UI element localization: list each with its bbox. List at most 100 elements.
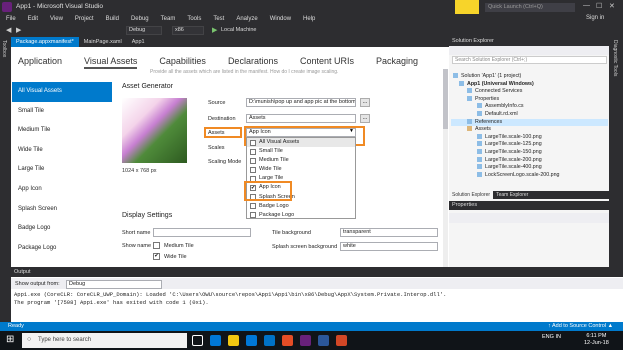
tab-team-explorer[interactable]: Team Explorer: [493, 191, 531, 199]
splash-background-field[interactable]: white: [340, 242, 438, 251]
nav-medium-tile[interactable]: Medium Tile: [12, 121, 112, 141]
tree-item-largetile-200[interactable]: LargeTile.scale-200.png: [451, 156, 608, 165]
tab-application[interactable]: Application: [18, 56, 62, 69]
toolbox-tab[interactable]: Toolbox: [1, 40, 7, 57]
chrome-icon[interactable]: [282, 335, 293, 346]
tree-item-properties[interactable]: Properties: [451, 95, 608, 104]
tab-declarations[interactable]: Declarations: [228, 56, 278, 69]
tree-item-connected-services[interactable]: Connected Services: [451, 88, 608, 96]
nav-all-visual-assets[interactable]: All Visual Assets: [12, 82, 112, 102]
quick-launch-input[interactable]: Quick Launch (Ctrl+Q): [485, 3, 575, 12]
solution-search-input[interactable]: Search Solution Explorer (Ctrl+;): [452, 56, 607, 64]
tree-item-solution[interactable]: Solution 'App1' (1 project): [451, 73, 608, 81]
nav-package-logo[interactable]: Package Logo: [12, 239, 112, 259]
feedback-flag-icon[interactable]: [455, 0, 479, 14]
assets-select[interactable]: App Icon: [246, 128, 356, 137]
editor-scroll-thumb[interactable]: [443, 69, 448, 129]
dd-medium-tile[interactable]: Medium Tile: [247, 156, 355, 165]
nav-app-icon[interactable]: App Icon: [12, 180, 112, 200]
platform-select[interactable]: x86: [172, 26, 204, 35]
checkbox[interactable]: [250, 148, 256, 155]
tree-item-assets[interactable]: Assets: [451, 126, 608, 134]
menu-tools[interactable]: Tools: [187, 14, 201, 24]
menu-build[interactable]: Build: [106, 14, 119, 24]
tree-item-default-rd[interactable]: Default.rd.xml: [451, 110, 608, 119]
run-play-icon[interactable]: ▶: [212, 26, 217, 34]
menu-edit[interactable]: Edit: [28, 14, 38, 24]
dd-badge-logo[interactable]: Badge Logo: [247, 202, 355, 211]
back-arrow-icon[interactable]: ◀: [6, 26, 11, 34]
tree-item-project[interactable]: App1 (Universal Windows): [451, 80, 608, 89]
maximize-button[interactable]: ☐: [596, 2, 602, 10]
menu-team[interactable]: Team: [161, 14, 176, 24]
sign-in-link[interactable]: Sign in: [586, 15, 604, 21]
tab-solution-explorer[interactable]: Solution Explorer: [449, 191, 494, 199]
tray-language[interactable]: ENG IN: [542, 334, 561, 340]
powerpoint-icon[interactable]: [336, 335, 347, 346]
run-target-button[interactable]: Local Machine: [221, 27, 256, 33]
task-view-icon[interactable]: [192, 335, 203, 346]
file-explorer-icon[interactable]: [228, 335, 239, 346]
menu-analyze[interactable]: Analyze: [236, 14, 257, 24]
visual-studio-icon[interactable]: [300, 335, 311, 346]
diagnostic-tools-tab[interactable]: Diagnostic Tools: [612, 40, 618, 76]
dd-small-tile[interactable]: Small Tile: [247, 147, 355, 156]
tab-visual-assets[interactable]: Visual Assets: [84, 56, 138, 69]
checkbox[interactable]: [250, 139, 256, 146]
nav-splash-screen[interactable]: Splash Screen: [12, 200, 112, 220]
close-button[interactable]: ✕: [609, 2, 615, 10]
tree-item-references[interactable]: References: [451, 118, 608, 127]
tree-item-largetile-100[interactable]: LargeTile.scale-100.png: [451, 133, 608, 142]
tree-item-assemblyinfo[interactable]: AssemblyInfo.cs: [451, 103, 608, 111]
tree-item-largetile-125[interactable]: LargeTile.scale-125.png: [451, 141, 608, 149]
medium-tile-checkbox[interactable]: [153, 242, 160, 249]
tab-content-uris[interactable]: Content URIs: [300, 56, 354, 69]
taskbar-search-input[interactable]: Type here to search: [22, 333, 187, 348]
checkbox[interactable]: [250, 203, 256, 210]
chevron-down-icon[interactable]: ▼: [349, 128, 354, 134]
menu-help[interactable]: Help: [303, 14, 315, 24]
source-browse-button[interactable]: ...: [360, 98, 370, 107]
destination-browse-button[interactable]: ...: [360, 114, 370, 123]
menu-window[interactable]: Window: [270, 14, 291, 24]
tab-packaging[interactable]: Packaging: [376, 56, 418, 69]
checkbox[interactable]: [250, 157, 256, 164]
short-name-field[interactable]: [153, 228, 251, 237]
store-icon[interactable]: [246, 335, 257, 346]
menu-debug[interactable]: Debug: [131, 14, 149, 24]
tree-item-largetile-150[interactable]: LargeTile.scale-150.png: [451, 148, 608, 157]
tab-package-manifest[interactable]: Package.appxmanifest*: [11, 37, 79, 47]
forward-arrow-icon[interactable]: ▶: [16, 26, 21, 34]
tree-item-largetile-400[interactable]: LargeTile.scale-400.png: [451, 164, 608, 172]
menu-view[interactable]: View: [50, 14, 63, 24]
tab-app1[interactable]: App1: [127, 37, 150, 47]
add-to-source-control[interactable]: ↑ Add to Source Control ▲: [548, 323, 613, 329]
word-icon[interactable]: [318, 335, 329, 346]
wide-tile-checkbox[interactable]: ✔: [153, 253, 160, 260]
dd-all-visual-assets[interactable]: All Visual Assets: [247, 138, 355, 148]
menu-file[interactable]: File: [6, 14, 16, 24]
destination-field[interactable]: Assets: [246, 114, 356, 123]
nav-wide-tile[interactable]: Wide Tile: [12, 141, 112, 161]
checkbox[interactable]: [250, 212, 256, 219]
dd-package-logo[interactable]: Package Logo: [247, 211, 355, 220]
tab-capabilities[interactable]: Capabilities: [159, 56, 206, 69]
tile-background-field[interactable]: transparent: [340, 228, 438, 237]
nav-small-tile[interactable]: Small Tile: [12, 102, 112, 122]
menu-test[interactable]: Test: [213, 14, 224, 24]
taskbar-clock[interactable]: 6:11 PM 12-Jun-18: [584, 333, 609, 347]
config-select[interactable]: Debug: [126, 26, 162, 35]
tab-mainpage-xaml[interactable]: MainPage.xaml: [79, 37, 127, 47]
nav-large-tile[interactable]: Large Tile: [12, 160, 112, 180]
tree-item-lockscreenlogo[interactable]: LockScreenLogo.scale-200.png: [451, 171, 608, 180]
nav-badge-logo[interactable]: Badge Logo: [12, 219, 112, 239]
menu-project[interactable]: Project: [75, 14, 94, 24]
windows-start-icon[interactable]: ⊞: [6, 335, 14, 345]
minimize-button[interactable]: —: [583, 2, 590, 9]
source-field[interactable]: D:\munish\pop up and app pic at the bott…: [246, 98, 356, 107]
output-source-select[interactable]: Debug: [66, 280, 162, 289]
mail-icon[interactable]: [264, 335, 275, 346]
dd-wide-tile[interactable]: Wide Tile: [247, 165, 355, 174]
checkbox[interactable]: [250, 166, 256, 173]
edge-icon[interactable]: [210, 335, 221, 346]
